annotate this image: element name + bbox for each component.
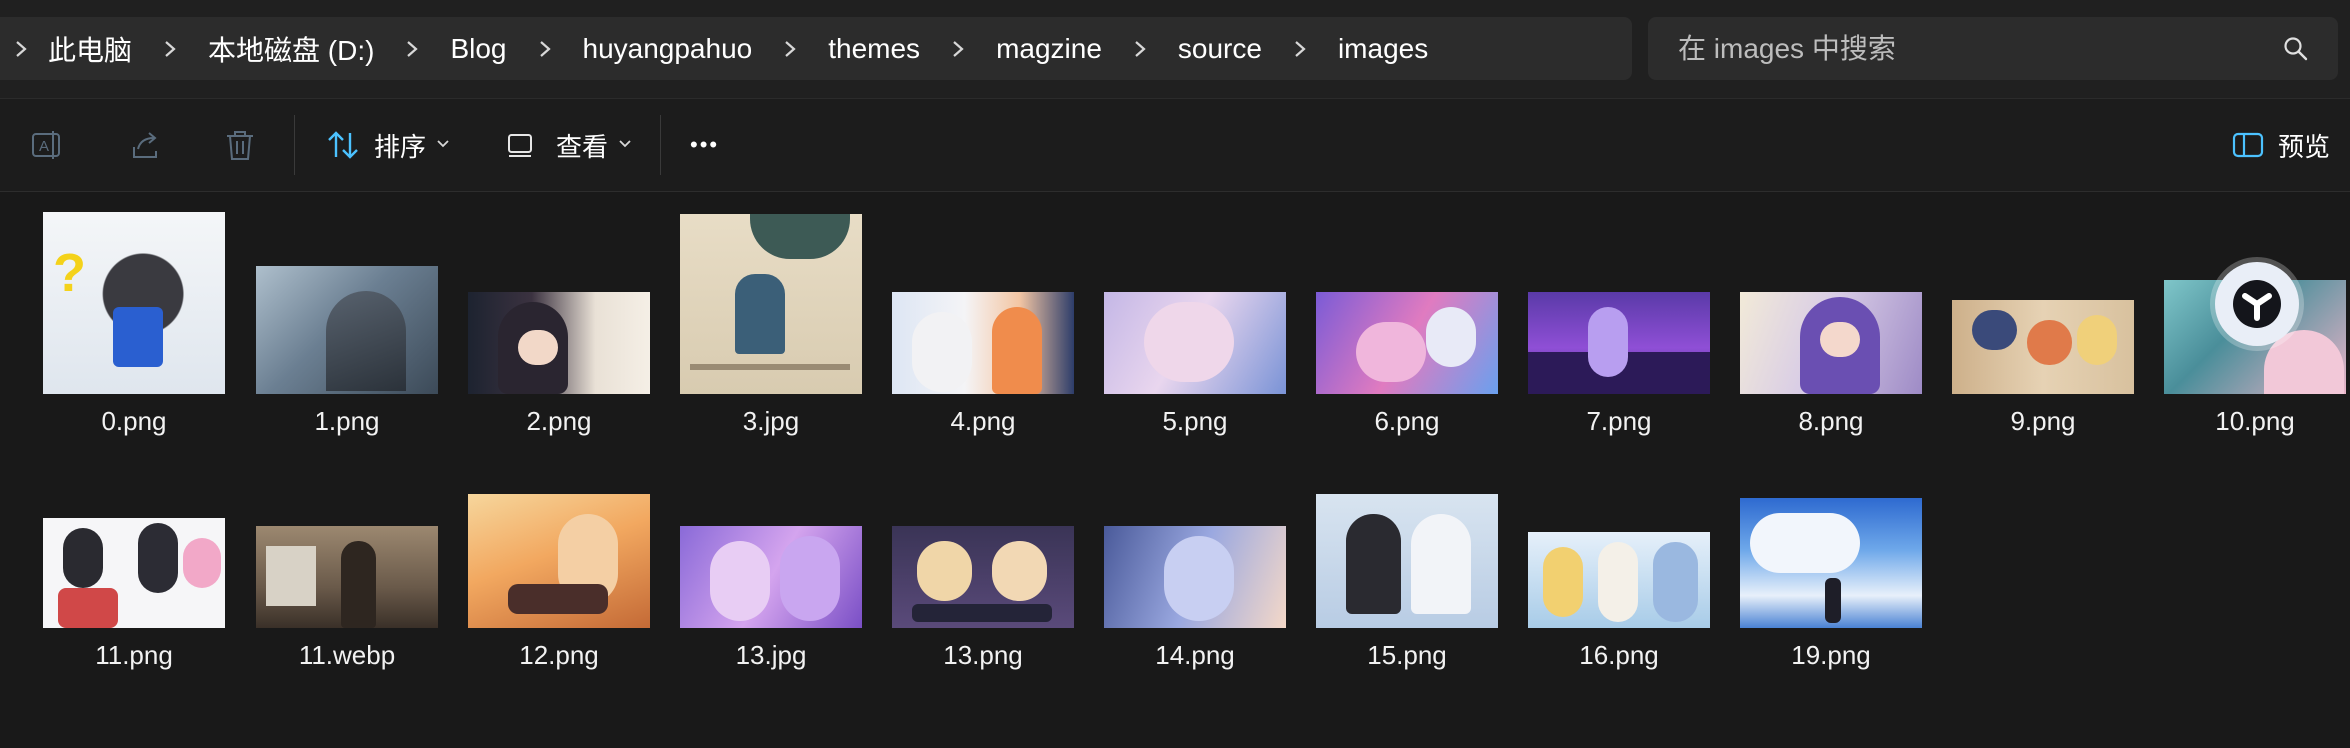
search-icon[interactable] — [2282, 35, 2310, 63]
image-thumbnail — [1104, 526, 1286, 628]
chevron-right-icon[interactable] — [521, 17, 569, 80]
image-thumbnail — [1104, 292, 1286, 394]
image-thumbnail — [680, 526, 862, 628]
breadcrumb[interactable]: 此电脑 本地磁盘 (D:) Blog huyangpahuo themes ma… — [0, 17, 1632, 80]
image-thumbnail — [256, 526, 438, 628]
app-logo-icon[interactable] — [2215, 262, 2299, 346]
chevron-right-icon[interactable] — [1276, 17, 1324, 80]
breadcrumb-item-source[interactable]: source — [1164, 33, 1276, 65]
trash-icon — [222, 127, 258, 163]
chevron-down-icon — [436, 136, 450, 154]
chevron-right-icon[interactable] — [388, 17, 436, 80]
image-thumbnail — [1740, 292, 1922, 394]
file-name: 19.png — [1791, 640, 1871, 670]
image-thumbnail — [1528, 532, 1710, 628]
image-thumbnail: ? — [43, 212, 225, 394]
image-thumbnail — [43, 518, 225, 628]
chevron-right-icon[interactable] — [1116, 17, 1164, 80]
image-thumbnail — [892, 292, 1074, 394]
breadcrumb-item-huyangpahuo[interactable]: huyangpahuo — [569, 33, 767, 65]
image-thumbnail — [468, 292, 650, 394]
breadcrumb-item-themes[interactable]: themes — [814, 33, 934, 65]
file-name: 1.png — [314, 406, 380, 436]
file-name: 0.png — [101, 406, 167, 436]
file-name: 3.jpg — [742, 406, 800, 436]
share-button[interactable] — [128, 99, 164, 191]
address-row: 此电脑 本地磁盘 (D:) Blog huyangpahuo themes ma… — [0, 0, 2350, 99]
chevron-right-icon[interactable] — [146, 17, 194, 80]
sort-icon — [326, 128, 360, 162]
view-layout-icon — [506, 130, 536, 160]
command-bar: A 排序 查看 ••• 预览 — [0, 99, 2350, 192]
file-name: 13.jpg — [735, 640, 807, 670]
chevron-right-icon[interactable] — [934, 17, 982, 80]
sort-label: 排序 — [374, 131, 427, 162]
file-name: 5.png — [1162, 406, 1228, 436]
image-thumbnail — [1528, 292, 1710, 394]
preview-pane-icon — [2232, 131, 2264, 159]
toolbar-divider — [660, 115, 661, 175]
file-name: 13.png — [943, 640, 1023, 670]
image-thumbnail — [1316, 292, 1498, 394]
image-thumbnail — [468, 494, 650, 628]
rename-button[interactable]: A — [30, 99, 66, 191]
file-name: 12.png — [519, 640, 599, 670]
file-name: 7.png — [1586, 406, 1652, 436]
search-box[interactable] — [1648, 17, 2338, 80]
file-grid: ? 0.png 1.png 2.png 3.jpg 4.png 5.png 6.… — [0, 192, 2350, 748]
image-thumbnail — [256, 266, 438, 394]
file-name: 11.png — [95, 640, 173, 670]
file-name: 8.png — [1798, 406, 1864, 436]
image-thumbnail — [1740, 498, 1922, 628]
sort-button[interactable]: 排序 — [326, 99, 450, 191]
image-thumbnail — [680, 214, 862, 394]
more-icon: ••• — [690, 132, 720, 157]
file-name: 4.png — [950, 406, 1016, 436]
file-name: 11.webp — [298, 640, 396, 670]
preview-label: 预览 — [2278, 131, 2331, 162]
file-name: 16.png — [1579, 640, 1659, 670]
file-name: 10.png — [2215, 406, 2295, 436]
chevron-right-icon[interactable] — [8, 17, 34, 80]
file-name: 14.png — [1155, 640, 1235, 670]
search-input[interactable] — [1676, 31, 2282, 66]
view-label: 查看 — [556, 131, 609, 162]
breadcrumb-item-magzine[interactable]: magzine — [982, 33, 1116, 65]
breadcrumb-item-blog[interactable]: Blog — [436, 33, 520, 65]
breadcrumb-item-this-pc[interactable]: 此电脑 — [34, 29, 146, 69]
share-icon — [128, 127, 164, 163]
rename-icon: A — [30, 127, 66, 163]
view-button[interactable]: 查看 — [506, 99, 632, 191]
chevron-down-icon — [618, 136, 632, 154]
delete-button[interactable] — [222, 99, 258, 191]
file-name: 6.png — [1374, 406, 1440, 436]
toolbar-divider — [294, 115, 295, 175]
file-name: 15.png — [1367, 640, 1447, 670]
image-thumbnail — [1316, 494, 1498, 628]
breadcrumb-item-images[interactable]: images — [1324, 33, 1442, 65]
chevron-right-icon[interactable] — [766, 17, 814, 80]
breadcrumb-item-local-disk[interactable]: 本地磁盘 (D:) — [194, 29, 388, 69]
image-thumbnail — [892, 526, 1074, 628]
file-name: 9.png — [2010, 406, 2076, 436]
image-thumbnail — [1952, 300, 2134, 394]
preview-pane-button[interactable]: 预览 — [2232, 99, 2330, 191]
more-options-button[interactable]: ••• — [690, 99, 719, 191]
svg-text:A: A — [39, 138, 49, 155]
file-name: 2.png — [526, 406, 592, 436]
